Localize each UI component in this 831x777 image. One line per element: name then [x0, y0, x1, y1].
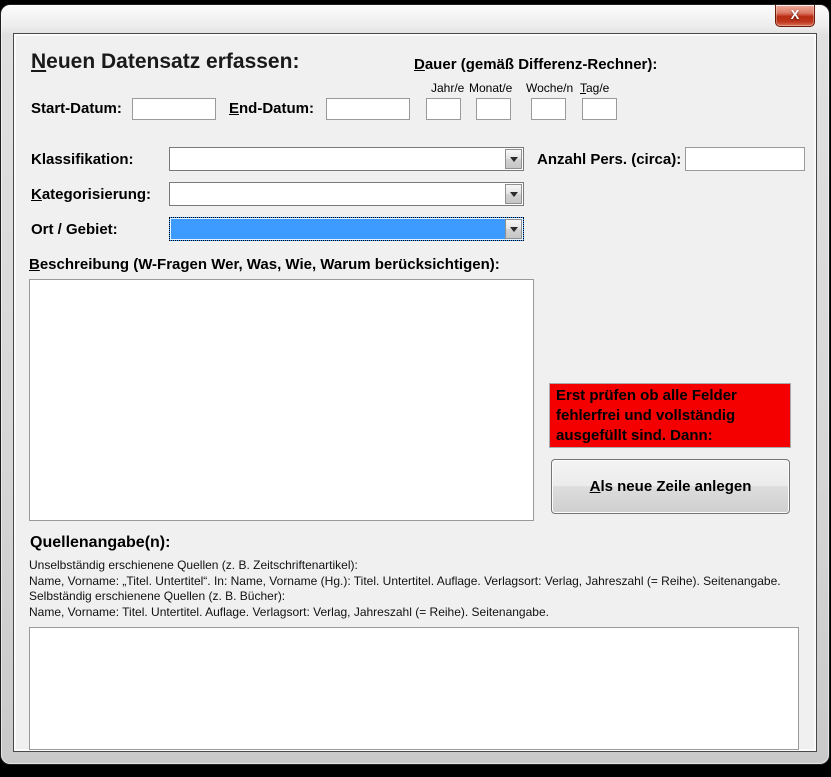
dauer-unit-label-jahr: Jahr/e	[431, 81, 464, 95]
anzahl-pers-label: Anzahl Pers. (circa):	[537, 151, 681, 168]
chevron-down-icon	[510, 157, 518, 162]
beschreibung-label: Beschreibung (W-Fragen Wer, Was, Wie, Wa…	[29, 256, 500, 273]
ort-gebiet-combobox[interactable]	[169, 217, 524, 241]
quellenangabe-textarea[interactable]	[29, 627, 799, 750]
ort-gebiet-label: Ort / Gebiet:	[31, 221, 118, 238]
kategorisierung-selected-value	[173, 186, 501, 202]
dauer-unit-label-tag: Tag/e	[580, 81, 609, 95]
hint-line: Selbständig erschienene Quellen (z. B. B…	[29, 589, 809, 605]
dauer-unit-label-woche: Woche/n	[526, 81, 573, 95]
kategorisierung-label: Kategorisierung:	[31, 186, 151, 203]
klassifikation-dropdown-button[interactable]	[505, 149, 522, 169]
anzahl-pers-input[interactable]	[685, 147, 805, 171]
dialog-client-area: Neuen Datensatz erfassen: Dauer (gemäß D…	[13, 33, 817, 752]
title-bar[interactable]	[1, 5, 829, 31]
quellenangabe-hints: Unselbständig erschienene Quellen (z. B.…	[29, 558, 809, 620]
hint-line: Name, Vorname: „Titel. Untertitel“. In: …	[29, 574, 809, 590]
dauer-monat-input[interactable]	[476, 98, 511, 120]
hint-line: Unselbständig erschienene Quellen (z. B.…	[29, 558, 809, 574]
dauer-woche-input[interactable]	[531, 98, 566, 120]
kategorisierung-combobox[interactable]	[169, 182, 524, 206]
add-row-button[interactable]: Als neue Zeile anlegen	[551, 459, 790, 514]
chevron-down-icon	[510, 227, 518, 232]
beschreibung-textarea[interactable]	[29, 279, 534, 521]
quellenangabe-heading: Quellenangabe(n):	[30, 534, 170, 552]
close-icon: X	[791, 7, 800, 22]
page-title: Neuen Datensatz erfassen:	[31, 50, 299, 74]
ort-gebiet-dropdown-button[interactable]	[505, 219, 522, 239]
dauer-label: Dauer (gemäß Differenz-Rechner):	[414, 56, 657, 73]
dauer-tag-input[interactable]	[582, 98, 617, 120]
hint-line: Name, Vorname: Titel. Untertitel. Auflag…	[29, 605, 809, 621]
start-datum-label: Start-Datum:	[31, 100, 122, 117]
chevron-down-icon	[510, 192, 518, 197]
dauer-jahr-input[interactable]	[426, 98, 461, 120]
warning-box: Erst prüfen ob alle Felder fehlerfrei un…	[549, 383, 791, 448]
start-datum-input[interactable]	[132, 98, 216, 120]
dauer-unit-label-monat: Monat/e	[469, 81, 512, 95]
klassifikation-combobox[interactable]	[169, 147, 524, 171]
klassifikation-label: Klassifikation:	[31, 151, 134, 168]
klassifikation-selected-value	[173, 151, 501, 167]
ort-gebiet-selected-value	[173, 221, 501, 237]
dialog-window: X Neuen Datensatz erfassen: Dauer (gemäß…	[0, 4, 830, 765]
kategorisierung-dropdown-button[interactable]	[505, 184, 522, 204]
close-button[interactable]: X	[775, 5, 815, 27]
end-datum-input[interactable]	[326, 98, 410, 120]
end-datum-label: End-Datum:	[229, 100, 314, 117]
